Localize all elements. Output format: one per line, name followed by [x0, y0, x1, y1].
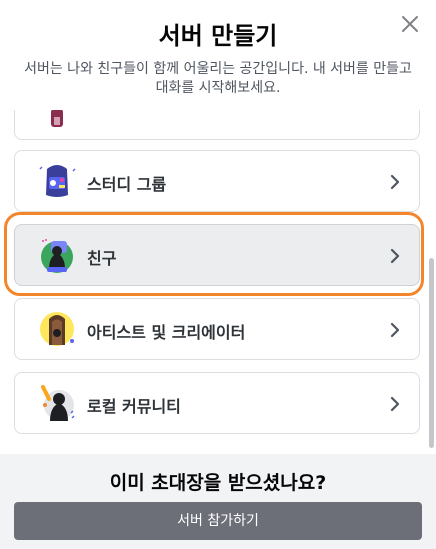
- template-option-label: 아티스트 및 크리에이터: [87, 323, 246, 342]
- scrollbar[interactable]: [429, 258, 434, 448]
- modal-footer: 이미 초대장을 받으셨나요? 서버 참가하기: [0, 454, 436, 549]
- friends-character-icon: [37, 235, 77, 275]
- chevron-right-icon: [389, 247, 401, 265]
- chevron-right-icon: [389, 173, 401, 191]
- template-option-label: 로컬 커뮤니티: [87, 397, 181, 416]
- close-icon[interactable]: [398, 12, 422, 36]
- local-community-icon: [37, 383, 77, 423]
- modal-title: 서버 만들기: [158, 22, 278, 50]
- template-option-local-community[interactable]: 로컬 커뮤니티: [14, 372, 420, 434]
- create-server-modal: 서버 만들기 서버는 나와 친구들이 함께 어울리는 공간입니다. 내 서버를 …: [0, 0, 436, 549]
- modal-header: 서버 만들기 서버는 나와 친구들이 함께 어울리는 공간입니다. 내 서버를 …: [0, 0, 436, 110]
- creator-doorway-icon: [37, 309, 77, 349]
- backpack-icon: [37, 161, 77, 201]
- template-option-partial[interactable]: [14, 110, 420, 140]
- chevron-right-icon: [389, 321, 401, 339]
- chevron-right-icon: [389, 395, 401, 413]
- template-option-label: 스터디 그룹: [87, 175, 167, 194]
- template-option-label: 친구: [87, 249, 117, 268]
- template-option-creators[interactable]: 아티스트 및 크리에이터: [14, 298, 420, 360]
- template-list[interactable]: 스터디 그룹 친구 아티스트 및 크리에이터 로컬 커뮤니티: [0, 110, 436, 454]
- template-option-study-group[interactable]: 스터디 그룹: [14, 150, 420, 212]
- modal-subtitle: 서버는 나와 친구들이 함께 어울리는 공간입니다. 내 서버를 만들고 대화를…: [24, 61, 412, 96]
- template-option-friends[interactable]: 친구: [14, 224, 420, 286]
- partial-template-icon: [37, 110, 77, 129]
- invite-question: 이미 초대장을 받으셨나요?: [109, 472, 327, 494]
- join-server-button[interactable]: 서버 참가하기: [14, 502, 422, 540]
